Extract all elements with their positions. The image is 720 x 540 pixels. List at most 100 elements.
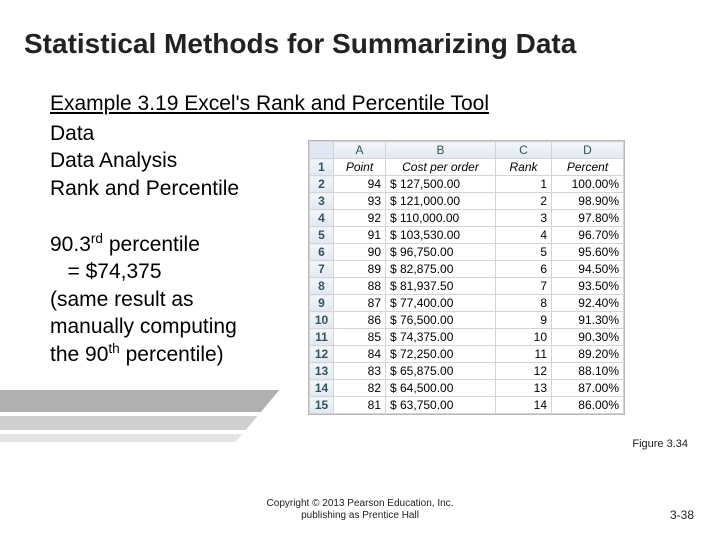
- line-rank-percentile: Rank and Percentile: [50, 175, 239, 202]
- table-row: 789$ 82,875.00694.50%: [310, 261, 624, 278]
- cell: 91.30%: [552, 312, 624, 329]
- body-lines: Data Data Analysis Rank and Percentile: [50, 120, 239, 202]
- cell: 95.60%: [552, 244, 624, 261]
- cell: 86: [334, 312, 386, 329]
- pct-line3: (same result as: [50, 286, 237, 313]
- hdr-percent: Percent: [552, 159, 624, 176]
- rowhead: 4: [310, 210, 334, 227]
- rowhead: 3: [310, 193, 334, 210]
- rowhead: 12: [310, 346, 334, 363]
- excel-col-letters: A B C D: [310, 142, 624, 159]
- rowhead: 14: [310, 380, 334, 397]
- cell: $ 81,937.50: [386, 278, 496, 295]
- cell: 87: [334, 295, 386, 312]
- cell: 88.10%: [552, 363, 624, 380]
- col-letter-A: A: [334, 142, 386, 159]
- cell: 90.30%: [552, 329, 624, 346]
- cell: 83: [334, 363, 386, 380]
- cell: 14: [496, 397, 552, 414]
- cell: 100.00%: [552, 176, 624, 193]
- excel-header-row: 1 Point Cost per order Rank Percent: [310, 159, 624, 176]
- page-number: 3-38: [670, 508, 694, 522]
- table-row: 1383$ 65,875.001288.10%: [310, 363, 624, 380]
- figure-label: Figure 3.34: [632, 438, 688, 450]
- page-title: Statistical Methods for Summarizing Data: [24, 28, 576, 60]
- rowhead-1: 1: [310, 159, 334, 176]
- pct-line5: the 90th percentile): [50, 340, 237, 368]
- rowhead: 9: [310, 295, 334, 312]
- table-row: 492$ 110,000.00397.80%: [310, 210, 624, 227]
- cell: 84: [334, 346, 386, 363]
- excel-body: 294$ 127,500.001100.00%393$ 121,000.0029…: [310, 176, 624, 414]
- cell: 5: [496, 244, 552, 261]
- table-row: 1284$ 72,250.001189.20%: [310, 346, 624, 363]
- excel-screenshot: A B C D 1 Point Cost per order Rank Perc…: [308, 140, 625, 415]
- cell: $ 63,750.00: [386, 397, 496, 414]
- pct-line2: = $74,375: [50, 258, 237, 285]
- cell: 94.50%: [552, 261, 624, 278]
- line-data: Data: [50, 120, 239, 147]
- cell: 12: [496, 363, 552, 380]
- cell: 11: [496, 346, 552, 363]
- cell: $ 96,750.00: [386, 244, 496, 261]
- table-row: 1086$ 76,500.00991.30%: [310, 312, 624, 329]
- cell: $ 121,000.00: [386, 193, 496, 210]
- cell: 92: [334, 210, 386, 227]
- cell: 9: [496, 312, 552, 329]
- cell: 81: [334, 397, 386, 414]
- col-letter-B: B: [386, 142, 496, 159]
- cell: $ 74,375.00: [386, 329, 496, 346]
- cell: 86.00%: [552, 397, 624, 414]
- cell: 89.20%: [552, 346, 624, 363]
- table-row: 393$ 121,000.00298.90%: [310, 193, 624, 210]
- rowhead: 2: [310, 176, 334, 193]
- rowhead: 8: [310, 278, 334, 295]
- cell: $ 76,500.00: [386, 312, 496, 329]
- cell: 87.00%: [552, 380, 624, 397]
- cell: $ 64,500.00: [386, 380, 496, 397]
- cell: $ 103,530.00: [386, 227, 496, 244]
- table-row: 294$ 127,500.001100.00%: [310, 176, 624, 193]
- col-letter-C: C: [496, 142, 552, 159]
- cell: 82: [334, 380, 386, 397]
- cell: 93: [334, 193, 386, 210]
- cell: 1: [496, 176, 552, 193]
- table-row: 888$ 81,937.50793.50%: [310, 278, 624, 295]
- cell: 94: [334, 176, 386, 193]
- corner-cell: [310, 142, 334, 159]
- table-row: 690$ 96,750.00595.60%: [310, 244, 624, 261]
- rowhead: 7: [310, 261, 334, 278]
- cell: 88: [334, 278, 386, 295]
- cell: 92.40%: [552, 295, 624, 312]
- rowhead: 15: [310, 397, 334, 414]
- cell: 2: [496, 193, 552, 210]
- cell: $ 77,400.00: [386, 295, 496, 312]
- cell: 10: [496, 329, 552, 346]
- rowhead: 5: [310, 227, 334, 244]
- rowhead: 13: [310, 363, 334, 380]
- cell: 6: [496, 261, 552, 278]
- rowhead: 10: [310, 312, 334, 329]
- cell: $ 110,000.00: [386, 210, 496, 227]
- excel-table: A B C D 1 Point Cost per order Rank Perc…: [309, 141, 624, 414]
- cell: 98.90%: [552, 193, 624, 210]
- cell: $ 72,250.00: [386, 346, 496, 363]
- cell: 8: [496, 295, 552, 312]
- cell: 97.80%: [552, 210, 624, 227]
- line-data-analysis: Data Analysis: [50, 147, 239, 174]
- cell: 96.70%: [552, 227, 624, 244]
- cell: 4: [496, 227, 552, 244]
- table-row: 1482$ 64,500.001387.00%: [310, 380, 624, 397]
- cell: $ 127,500.00: [386, 176, 496, 193]
- pct-line1: 90.3rd percentile: [50, 230, 237, 258]
- rowhead: 6: [310, 244, 334, 261]
- cell: 7: [496, 278, 552, 295]
- table-row: 987$ 77,400.00892.40%: [310, 295, 624, 312]
- col-letter-D: D: [552, 142, 624, 159]
- percentile-note: 90.3rd percentile = $74,375 (same result…: [50, 230, 237, 368]
- cell: 13: [496, 380, 552, 397]
- hdr-cost: Cost per order: [386, 159, 496, 176]
- cell: 90: [334, 244, 386, 261]
- example-heading: Example 3.19 Excel's Rank and Percentile…: [50, 92, 489, 116]
- cell: $ 82,875.00: [386, 261, 496, 278]
